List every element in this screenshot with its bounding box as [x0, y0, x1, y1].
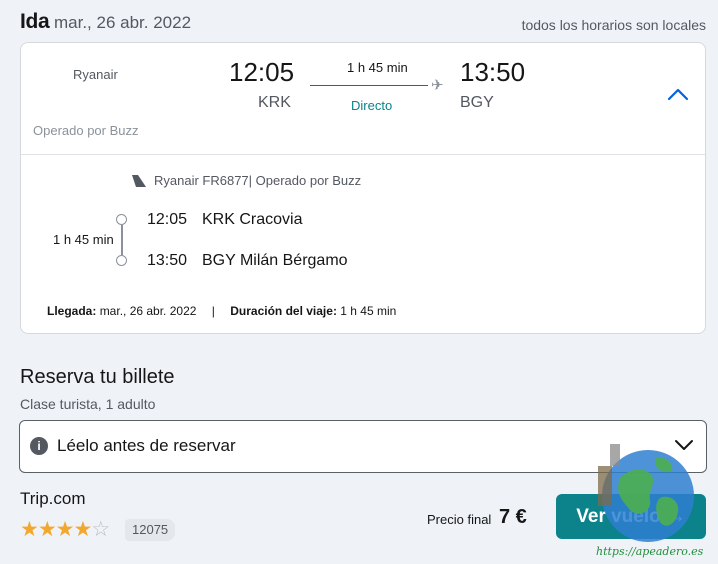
arrival-time: 13:50 [460, 57, 526, 87]
chevron-up-icon[interactable] [666, 85, 690, 103]
operated-by: Operado por Buzz [33, 123, 139, 138]
timezone-note: todos los horarios son locales [521, 17, 706, 33]
card-divider [21, 154, 705, 155]
booking-subtitle: Clase turista, 1 adulto [20, 396, 156, 412]
trip-duration-label: Duración del viaje: [230, 304, 337, 318]
airline-name: Ryanair [73, 67, 118, 82]
review-count: 12075 [125, 519, 176, 541]
arrival-value: mar., 26 abr. 2022 [99, 304, 197, 318]
provider-name[interactable]: Trip.com [20, 489, 86, 509]
plane-icon: ✈ [431, 77, 444, 94]
route-line [310, 85, 428, 86]
timeline-line [121, 225, 123, 255]
departure-code: KRK [258, 94, 291, 111]
timeline-start-dot [116, 214, 127, 225]
price-label: Precio final [427, 512, 492, 527]
arrival-code: BGY [460, 94, 494, 111]
segment-departure-time: 12:05 [147, 211, 188, 228]
star-icon: ★ [55, 518, 75, 541]
star-empty-icon: ☆ [91, 518, 110, 541]
arrival-summary: Llegada: mar., 26 abr. 2022 | Duración d… [47, 304, 396, 318]
segment-arrival-time: 13:50 [147, 252, 188, 269]
final-price: 7 € [499, 506, 527, 528]
flight-duration: 1 h 45 min [347, 60, 408, 75]
read-before-booking-label: Léelo antes de reservar [57, 436, 236, 455]
rating-stars: ★★★★☆ [20, 517, 110, 542]
info-icon: i [30, 437, 48, 455]
departure-time: 12:05 [229, 57, 295, 87]
stops-label: Directo [351, 98, 393, 113]
summary-separator: | [211, 304, 215, 318]
flight-card: Ryanair Operado por Buzz 12:05 KRK 1 h 4… [20, 42, 706, 334]
segment-departure-place: KRK Cracovia [202, 211, 303, 228]
flight-number: Ryanair FR6877| Operado por Buzz [154, 173, 362, 188]
star-icon: ★ [73, 518, 92, 541]
star-icon: ★ [37, 518, 57, 541]
flight-date: mar., 26 abr. 2022 [54, 13, 192, 32]
trip-duration-value: 1 h 45 min [340, 304, 397, 318]
arrival-label: Llegada: [47, 304, 97, 318]
segment-arrival-place: BGY Milán Bérgamo [202, 252, 348, 269]
timeline-end-dot [116, 255, 127, 266]
star-icon: ★ [20, 518, 39, 541]
watermark-url: https://apeadero.es [596, 545, 704, 558]
booking-title: Reserva tu billete [20, 366, 175, 388]
direction-title: Ida [20, 10, 50, 33]
airline-tail-icon [132, 175, 146, 187]
segment-duration: 1 h 45 min [53, 232, 114, 247]
